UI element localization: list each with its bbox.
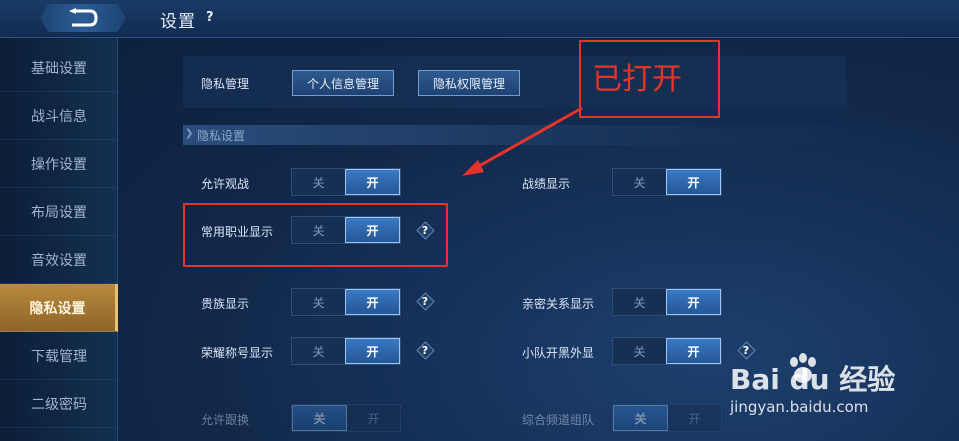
annotation-arrow: [462, 106, 583, 176]
sidebar-item-layout[interactable]: 布局设置: [0, 188, 118, 236]
toggle-on[interactable]: 开: [345, 289, 400, 315]
noble-display-toggle[interactable]: 关 开: [291, 288, 401, 316]
baidu-watermark: Bai du 经验 jingyan.baidu.com: [730, 353, 950, 428]
top-bar: 设置 ?: [0, 0, 959, 38]
row6-right-label: 综合频道组队: [522, 413, 595, 427]
toggle-on[interactable]: 开: [666, 338, 721, 364]
page-title: 设置: [160, 12, 196, 32]
toggle-off[interactable]: 关: [613, 338, 666, 364]
privacy-permission-button[interactable]: 隐私权限管理: [418, 70, 520, 96]
sidebar-item-download[interactable]: 下载管理: [0, 332, 118, 380]
record-display-toggle[interactable]: 关 开: [612, 168, 722, 196]
highlight-box-setting: [183, 203, 448, 267]
personal-info-button[interactable]: 个人信息管理: [292, 70, 394, 96]
honor-title-help-icon[interactable]: ?: [415, 340, 435, 360]
noble-display-help-icon[interactable]: ?: [415, 291, 435, 311]
toggle-on[interactable]: 开: [347, 405, 400, 431]
toggle-off[interactable]: 关: [613, 289, 666, 315]
sidebar-item-sound[interactable]: 音效设置: [0, 236, 118, 284]
allow-watch-toggle[interactable]: 关 开: [291, 168, 401, 196]
sidebar-item-basic[interactable]: 基础设置: [0, 44, 118, 92]
sidebar-item-controls[interactable]: 操作设置: [0, 140, 118, 188]
sidebar-item-battle-info[interactable]: 战斗信息: [0, 92, 118, 140]
honor-title-label: 荣耀称号显示: [201, 346, 274, 360]
row6-left-toggle[interactable]: 关 开: [291, 404, 401, 432]
row6-right-toggle[interactable]: 关 开: [612, 404, 722, 432]
toggle-off[interactable]: 关: [292, 338, 345, 364]
privacy-management-label: 隐私管理: [201, 77, 250, 91]
sidebar: 基础设置 战斗信息 操作设置 布局设置 音效设置 隐私设置 下载管理 二级密码: [0, 38, 118, 441]
section-arrow-icon: ❯: [185, 128, 194, 139]
allow-watch-label: 允许观战: [201, 177, 250, 191]
sidebar-item-privacy[interactable]: 隐私设置: [0, 284, 118, 332]
team-black-toggle[interactable]: 关 开: [612, 337, 722, 365]
toggle-off[interactable]: 关: [292, 289, 345, 315]
sidebar-item-secondary-password[interactable]: 二级密码: [0, 380, 118, 428]
team-black-label: 小队开黑外显: [522, 346, 595, 360]
noble-display-label: 贵族显示: [201, 297, 250, 311]
watermark-brand: Bai du 经验: [730, 363, 896, 396]
toggle-on[interactable]: 开: [345, 338, 400, 364]
annotation-text: 已打开: [592, 62, 682, 97]
watermark-url: jingyan.baidu.com: [730, 398, 869, 416]
team-black-help-icon[interactable]: ?: [736, 340, 756, 360]
honor-title-toggle[interactable]: 关 开: [291, 337, 401, 365]
toggle-off[interactable]: 关: [613, 405, 668, 431]
toggle-on[interactable]: 开: [666, 289, 721, 315]
section-title: 隐私设置: [197, 129, 246, 143]
back-arrow-icon: [69, 8, 98, 27]
row6-left-label: 允许跟换: [201, 413, 250, 427]
toggle-on[interactable]: 开: [345, 169, 400, 195]
intimate-display-toggle[interactable]: 关 开: [612, 288, 722, 316]
toggle-off[interactable]: 关: [292, 169, 345, 195]
intimate-display-label: 亲密关系显示: [522, 297, 595, 311]
toggle-off[interactable]: 关: [613, 169, 666, 195]
toggle-off[interactable]: 关: [292, 405, 347, 431]
title-help-icon[interactable]: ?: [206, 10, 214, 25]
back-button[interactable]: [40, 4, 126, 32]
toggle-on[interactable]: 开: [666, 169, 721, 195]
toggle-on[interactable]: 开: [668, 405, 721, 431]
